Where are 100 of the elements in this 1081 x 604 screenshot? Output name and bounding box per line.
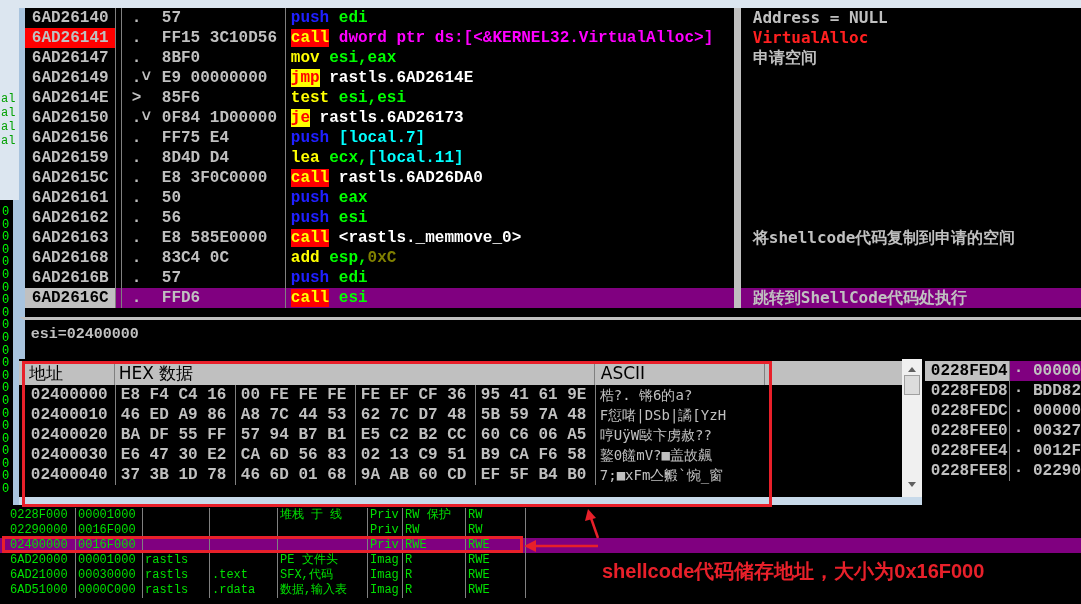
table-cell: 02400000: [8, 538, 76, 553]
instruction: push eax: [289, 187, 369, 208]
address-cell[interactable]: 6AD26140: [24, 7, 115, 28]
comment: 将shellcode代码复制到申请的空间: [751, 227, 1017, 248]
jump-marker: .: [121, 287, 157, 308]
instruction: mov esi,eax: [289, 47, 398, 68]
stack-value: · 00327: [1008, 420, 1081, 441]
hex-bytes: 57 94 B7 B1: [234, 424, 355, 445]
hex-bytes: 46 ED A9 86: [114, 404, 235, 425]
hex-bytes: 62 7C D7 48: [354, 404, 475, 425]
table-cell: 数据,输入表: [278, 583, 368, 598]
instruction: je rastls.6AD26173: [289, 107, 465, 128]
table-cell: Priv: [368, 508, 403, 523]
address-cell[interactable]: 6AD2615C: [24, 167, 115, 188]
instruction: lea ecx,[local.11]: [289, 147, 465, 168]
address-cell[interactable]: 6AD26162: [24, 207, 115, 228]
table-cell: 6AD21000: [8, 568, 76, 583]
table-cell: rastls: [143, 553, 210, 568]
jump-marker: .: [130, 247, 143, 268]
hex-bytes: E6 47 30 E2: [114, 444, 235, 465]
text-fragment: 0: [1, 331, 11, 345]
hex-bytes: 57: [156, 7, 286, 28]
jump-marker: .: [130, 47, 143, 68]
table-cell: 0228F000: [8, 508, 76, 523]
table-cell: rastls: [143, 583, 210, 598]
hex-bytes: 57: [156, 267, 286, 288]
register-info: esi=02400000: [30, 325, 139, 343]
text-fragment: 0: [1, 432, 11, 446]
table-cell: R: [403, 583, 466, 598]
stack-value: · 0012F: [1008, 440, 1081, 461]
address-cell[interactable]: 6AD2616B: [24, 267, 115, 288]
text-fragment: 0: [1, 394, 11, 408]
text-fragment: 0: [1, 445, 11, 458]
hex-bytes: 5B 59 7A 48: [474, 404, 595, 425]
hex-bytes: 85F6: [156, 87, 286, 108]
address-cell[interactable]: 6AD26150: [24, 107, 115, 128]
instruction: push edi: [289, 267, 369, 288]
text-fragment: 0: [1, 206, 11, 219]
instruction: push edi: [289, 7, 369, 28]
hex-bytes: CA 6D 56 83: [234, 444, 355, 465]
jump-marker: .: [130, 187, 143, 208]
address-cell[interactable]: 6AD2614E: [24, 87, 115, 108]
jump-marker: .: [130, 167, 143, 188]
hex-bytes: 60 C6 06 A5: [474, 424, 595, 445]
instruction: test esi,esi: [289, 87, 407, 108]
hex-bytes: B9 CA F6 58: [474, 444, 595, 465]
jump-marker: .: [130, 227, 143, 248]
table-cell: SFX,代码: [278, 568, 368, 583]
hex-bytes: A8 7C 44 53: [234, 404, 355, 425]
address-cell[interactable]: 6AD26147: [24, 47, 115, 68]
address-cell-text: 02400030: [29, 444, 109, 465]
address-cell[interactable]: 6AD26149: [24, 67, 115, 88]
text-fragment: 0: [1, 407, 11, 421]
hex-bytes: 37 3B 1D 78: [114, 464, 235, 485]
jump-marker: .˅: [130, 67, 152, 88]
address-cell-text: 0228FEDC: [929, 400, 1009, 421]
table-cell: RWE: [466, 568, 526, 583]
address-cell[interactable]: 6AD26161: [24, 187, 115, 208]
hex-bytes: E8 3F0C0000: [156, 167, 286, 188]
jump-marker: .: [130, 147, 143, 168]
table-cell: 00001000: [76, 508, 143, 523]
text-fragment: 0: [1, 256, 11, 269]
address-cell-text: 02400010: [29, 404, 109, 425]
stack-value: · BDD82: [1008, 380, 1081, 401]
hex-bytes: 02 13 C9 51: [354, 444, 475, 465]
table-cell: R: [403, 553, 466, 568]
table-cell: PE 文件头: [278, 553, 368, 568]
address-cell-text: 0228FEE8: [929, 460, 1009, 481]
text-fragment: al: [0, 92, 17, 106]
table-cell: .text: [210, 568, 278, 583]
address-cell-text: 0228FED8: [929, 380, 1009, 401]
address-cell[interactable]: 6AD26159: [24, 147, 115, 168]
text-fragment: al: [0, 120, 17, 134]
hex-bytes: FF75 E4: [156, 127, 286, 148]
table-cell: 0016F000: [76, 523, 143, 538]
comment: 跳转到ShellCode代码处执行: [740, 287, 1081, 308]
text-fragment: 0: [1, 306, 11, 320]
hex-bytes: E5 C2 B2 CC: [354, 424, 475, 445]
instruction: add esp,0xC: [289, 247, 398, 268]
stack-value: · 00000: [1008, 360, 1081, 381]
scroll-thumb[interactable]: [903, 374, 920, 395]
ascii-text: 鐜0饈mV?■盖故飆: [594, 444, 765, 465]
address-cell[interactable]: 6AD26163: [24, 227, 115, 248]
text-fragment: 0: [1, 470, 11, 484]
column-header: ASCII: [594, 360, 765, 385]
address-cell[interactable]: 6AD26168: [24, 247, 115, 268]
table-cell: Imag: [368, 553, 403, 568]
jump-marker: .: [130, 27, 143, 48]
jump-marker: >: [130, 87, 143, 108]
address-cell[interactable]: 6AD26156: [24, 127, 115, 148]
jump-marker: .: [130, 127, 143, 148]
stack-value: · 00000: [1008, 400, 1081, 421]
text-fragment: al: [0, 106, 17, 120]
instruction: push esi: [289, 207, 369, 228]
scroll-down-icon[interactable]: [906, 481, 917, 489]
address-cell[interactable]: 6AD2616C: [24, 287, 115, 308]
jump-marker: .: [130, 207, 143, 228]
table-cell: RW: [403, 523, 466, 538]
text-fragment: 0: [1, 231, 11, 244]
ascii-text: 哼UÿW敺卞虏赦??: [594, 424, 765, 445]
